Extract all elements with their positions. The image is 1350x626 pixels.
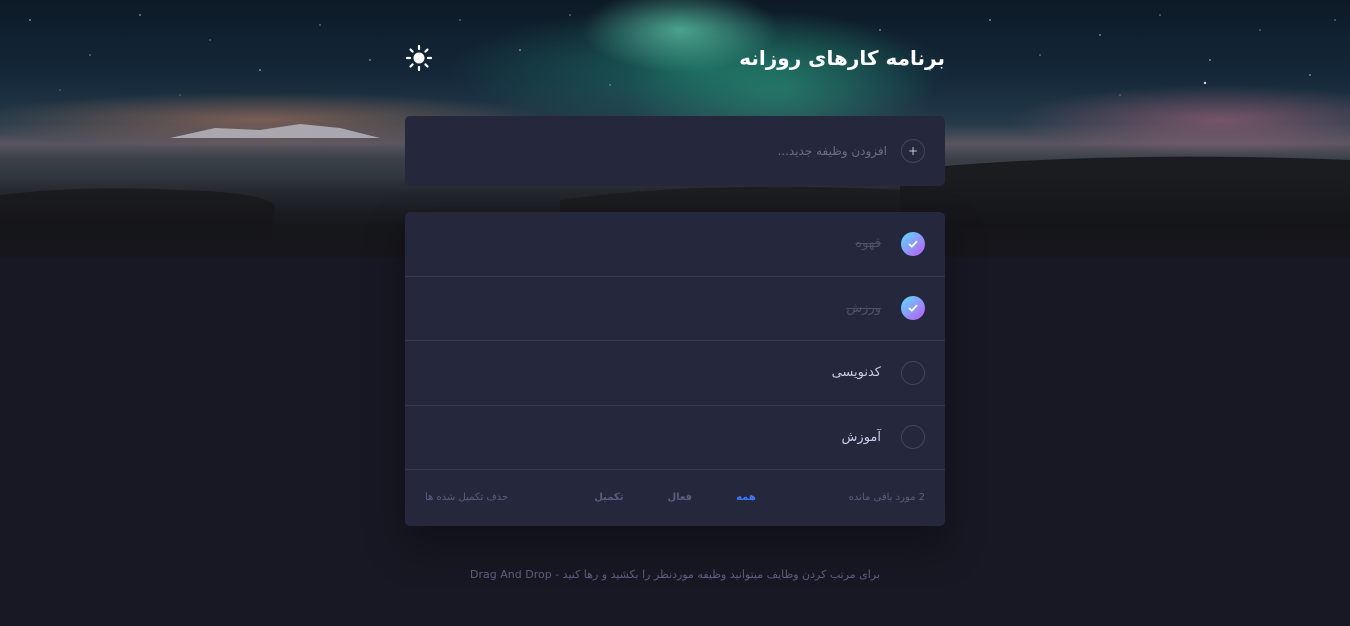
todo-label: آموزش <box>841 429 881 445</box>
todo-item[interactable]: آموزش <box>405 406 945 470</box>
filter-tabs: همه فعال تکمیل <box>585 492 765 503</box>
items-left-count: 2 مورد باقی مانده <box>848 492 925 503</box>
drag-drop-hint: برای مرتب کردن وظایف میتوانید وظیفه مورد… <box>470 568 880 581</box>
todo-list: قهوه ورزش کدنویسی آموزش 2 مورد باقی ماند… <box>405 212 945 526</box>
filter-active[interactable]: فعال <box>667 492 692 503</box>
plus-icon[interactable]: + <box>901 139 925 163</box>
checkbox-circle-icon[interactable] <box>901 360 925 385</box>
todo-item[interactable]: قهوه <box>405 212 945 277</box>
new-task-input[interactable] <box>425 144 887 158</box>
page: برنامه کارهای روزانه + قهوه ورزش کدنویسی… <box>0 0 1350 626</box>
checkbox-circle-icon[interactable] <box>901 425 925 450</box>
header: برنامه کارهای روزانه <box>405 36 945 80</box>
filter-completed[interactable]: تکمیل <box>594 492 623 503</box>
todo-item[interactable]: کدنویسی <box>405 341 945 406</box>
todo-label: کدنویسی <box>831 365 881 381</box>
check-icon[interactable] <box>901 231 925 256</box>
list-footer: 2 مورد باقی مانده همه فعال تکمیل حذف تکم… <box>405 470 945 525</box>
page-title: برنامه کارهای روزانه <box>739 46 945 70</box>
todo-label: قهوه <box>855 236 881 252</box>
check-icon[interactable] <box>901 296 925 321</box>
todo-label: ورزش <box>846 300 881 316</box>
new-task-form: + <box>405 116 945 186</box>
todo-item[interactable]: ورزش <box>405 277 945 341</box>
filter-all[interactable]: همه <box>736 492 756 503</box>
sun-icon[interactable] <box>405 44 433 72</box>
clear-completed-button[interactable]: حذف تکمیل شده ها <box>425 492 508 503</box>
